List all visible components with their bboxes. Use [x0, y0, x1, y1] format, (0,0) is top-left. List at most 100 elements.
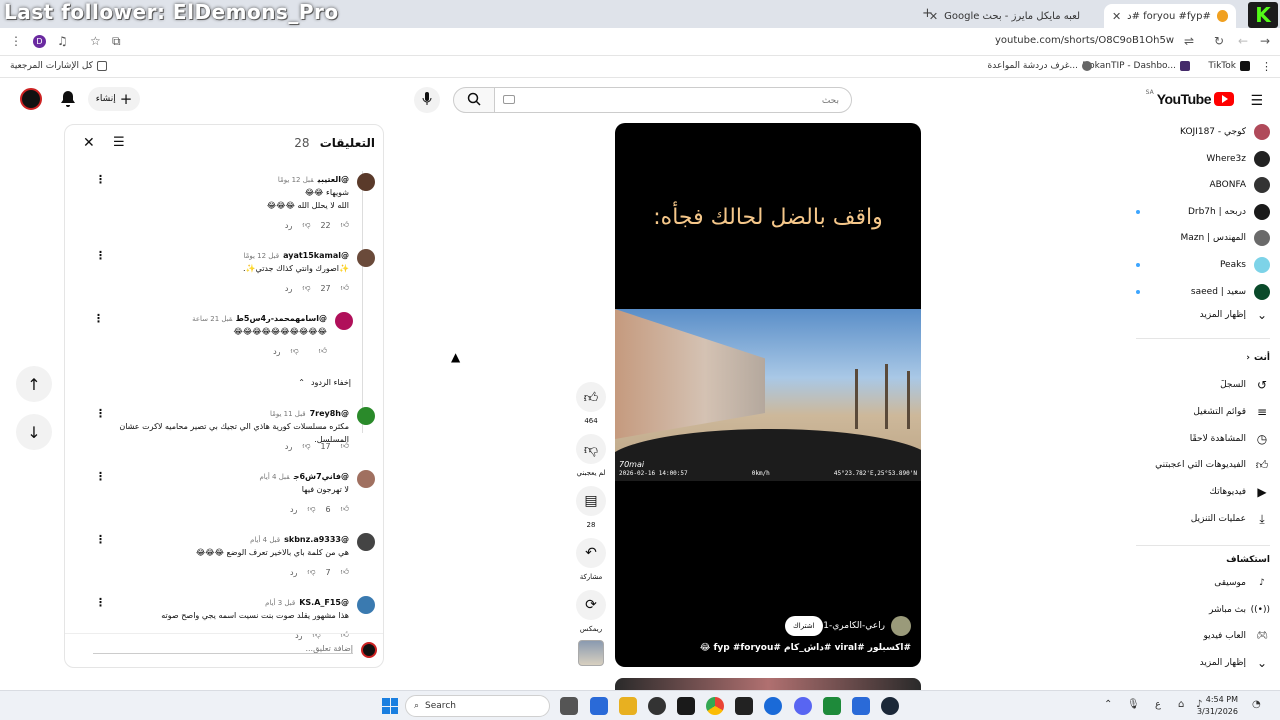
comment-author[interactable]: @العتيبي — [318, 175, 349, 184]
subscription-item[interactable]: دربحه | Drb7h — [1136, 200, 1270, 224]
thumbs-down-icon[interactable]: 👎︎ — [302, 220, 310, 230]
comment-author[interactable]: @7rey8h — [310, 409, 349, 418]
create-button[interactable]: إنشاء + — [88, 87, 140, 111]
video-hashtags[interactable]: #اكسبلور #viral #داش_كام #fyp #foryou 😂 — [700, 643, 911, 653]
comment-time[interactable]: قبل 4 أيام — [259, 473, 289, 481]
notifications-bell-icon[interactable] — [60, 90, 76, 112]
subscription-item[interactable]: Peaks — [1136, 253, 1270, 277]
bookmark-chat-rooms[interactable]: غرف دردشة المواعدة... — [988, 61, 1092, 71]
reply-button[interactable]: رد — [290, 568, 297, 577]
add-comment-input[interactable] — [93, 644, 353, 654]
language-icon[interactable]: ع — [1155, 699, 1161, 710]
show-more-subscriptions[interactable]: ⌄ إظهار المزيد — [1136, 303, 1270, 327]
task-view-icon[interactable] — [560, 697, 578, 715]
comment-time[interactable]: قبل 12 يومًا — [278, 176, 314, 184]
account-avatar[interactable] — [20, 88, 42, 110]
channel-avatar[interactable] — [891, 616, 911, 636]
edge-icon[interactable] — [764, 697, 782, 715]
reply-button[interactable]: رد — [285, 284, 292, 293]
reload-icon[interactable]: ↻ — [1214, 34, 1224, 48]
comment-menu-icon[interactable]: ⋮ — [95, 470, 106, 483]
subscription-item[interactable]: المهندس | Mazn — [1136, 226, 1270, 250]
thumbs-up-icon[interactable]: 👍︎ — [319, 346, 327, 356]
comment-author[interactable]: @KS.A_F15 — [299, 598, 349, 607]
comment-menu-icon[interactable]: ⋮ — [93, 312, 104, 325]
subscription-item[interactable]: ABONFA — [1136, 173, 1270, 197]
discord-icon[interactable] — [794, 697, 812, 715]
explore-item[interactable]: 🎮︎ ألعاب فيديو — [1136, 624, 1270, 648]
search-input[interactable] — [519, 89, 839, 113]
close-icon[interactable]: ✕ — [83, 135, 95, 151]
thumbs-down-icon[interactable]: 👎︎ — [302, 441, 310, 451]
excel-icon[interactable] — [823, 697, 841, 715]
steam-icon[interactable] — [881, 697, 899, 715]
hamburger-menu-icon[interactable]: ☰ — [1250, 93, 1263, 109]
channel-row[interactable]: @راعي-الكامري-1 — [814, 616, 911, 636]
sort-icon[interactable]: ☰ — [113, 135, 125, 150]
like-button[interactable]: 👍︎ 464 — [576, 382, 606, 425]
you-section-heading[interactable]: أنت ‹ — [1246, 353, 1270, 363]
you-item[interactable]: ≡ قوائم التشغيل — [1136, 400, 1270, 424]
youtube-logo[interactable]: SA YouTube — [1146, 89, 1234, 107]
comment-menu-icon[interactable]: ⋮ — [95, 533, 106, 546]
taskbar-search[interactable]: ⌕ Search — [405, 695, 550, 717]
dislike-button[interactable]: 👎︎ لم يعجبني — [576, 434, 606, 477]
url-field[interactable]: youtube.com/shorts/O8C9oB1Oh5w — [995, 35, 1174, 46]
taskbar-clock[interactable]: 4:54 PM 3/31/2026 — [1197, 694, 1238, 718]
comment-time[interactable]: قبل 11 يومًا — [270, 410, 306, 418]
commenter-avatar[interactable] — [357, 470, 375, 488]
thumbs-up-icon[interactable]: 👍︎ — [341, 441, 349, 451]
bookmark-star-icon[interactable]: ☆ — [90, 34, 101, 48]
search-button[interactable] — [453, 87, 495, 113]
share-button[interactable]: ↶ مشاركة — [576, 538, 606, 581]
copilot-icon[interactable] — [590, 697, 608, 715]
thumbs-down-icon[interactable]: 👎︎ — [302, 283, 310, 293]
profile-avatar[interactable]: D — [33, 35, 46, 48]
mic-tray-icon[interactable]: 🎙︎ — [1127, 699, 1140, 710]
comment-time[interactable]: قبل 3 أيام — [265, 599, 295, 607]
comment-author[interactable]: @skbnz.a9333 — [284, 535, 349, 544]
you-item[interactable]: ⤓ عمليات التنزيل — [1136, 507, 1270, 531]
comment-menu-icon[interactable]: ⋮ — [95, 407, 106, 420]
reply-button[interactable]: رد — [285, 221, 292, 230]
subscription-item[interactable]: كوجي - KOJI187 — [1136, 120, 1270, 144]
close-tab-icon[interactable]: ✕ — [1112, 10, 1121, 23]
comment-author[interactable]: @فاني7ش6ج — [294, 472, 349, 481]
remix-button[interactable]: ⟳ ريمكس — [576, 590, 606, 633]
you-item[interactable]: ▶ فيديوهاتك — [1136, 480, 1270, 504]
commenter-avatar[interactable] — [357, 173, 375, 191]
previous-short-button[interactable]: ↑ — [16, 366, 52, 402]
keyboard-icon[interactable] — [503, 95, 515, 104]
commenter-avatar[interactable] — [357, 407, 375, 425]
comment-time[interactable]: قبل 12 يومًا — [243, 252, 279, 260]
comments-button[interactable]: ▤ 28 — [576, 486, 606, 529]
menu-dots-icon[interactable]: ⋮ — [10, 34, 22, 48]
channel-name[interactable]: @راعي-الكامري-1 — [814, 621, 885, 631]
comment-menu-icon[interactable]: ⋮ — [95, 173, 106, 186]
chrome-icon[interactable] — [706, 697, 724, 715]
comment-author[interactable]: @ayat15kamal — [283, 251, 349, 260]
commenter-avatar[interactable] — [357, 596, 375, 614]
thumbs-down-icon[interactable]: 👎︎ — [307, 567, 315, 577]
notification-icon[interactable]: ◔ — [1252, 699, 1261, 710]
bookmark-tiktok[interactable]: TikTok — [1208, 61, 1250, 71]
search-field[interactable] — [494, 87, 852, 113]
new-tab-icon[interactable]: + — [922, 6, 933, 21]
all-bookmarks[interactable]: كل الإشارات المرجعية — [10, 61, 107, 71]
commenter-avatar[interactable] — [335, 312, 353, 330]
app-icon[interactable] — [735, 697, 753, 715]
comment-menu-icon[interactable]: ⋮ — [95, 249, 106, 262]
comment-menu-icon[interactable]: ⋮ — [95, 596, 106, 609]
bookmarks-overflow-icon[interactable]: ⋮ — [1261, 60, 1272, 73]
file-explorer-icon[interactable] — [619, 697, 637, 715]
next-short-button[interactable]: ↓ — [16, 414, 52, 450]
thumbs-up-icon[interactable]: 👍︎ — [341, 567, 349, 577]
voice-search-button[interactable] — [414, 87, 440, 113]
short-video-player[interactable]: واقف بالضل لحالك فجأه: 70mai 2026-02-16 … — [615, 123, 921, 667]
bookmark-dokantip[interactable]: DokanTIP - Dashbo... — [1082, 61, 1190, 71]
extensions-icon[interactable]: ♫ — [57, 34, 68, 48]
back-icon[interactable]: → — [1260, 34, 1270, 48]
explore-item[interactable]: ((•)) بث مباشر — [1136, 598, 1270, 622]
tab-youtube-short[interactable]: #foryou #fyp #داش_كام 😂 ✕ — [1104, 4, 1236, 28]
thumbs-down-icon[interactable]: 👎︎ — [307, 504, 315, 514]
